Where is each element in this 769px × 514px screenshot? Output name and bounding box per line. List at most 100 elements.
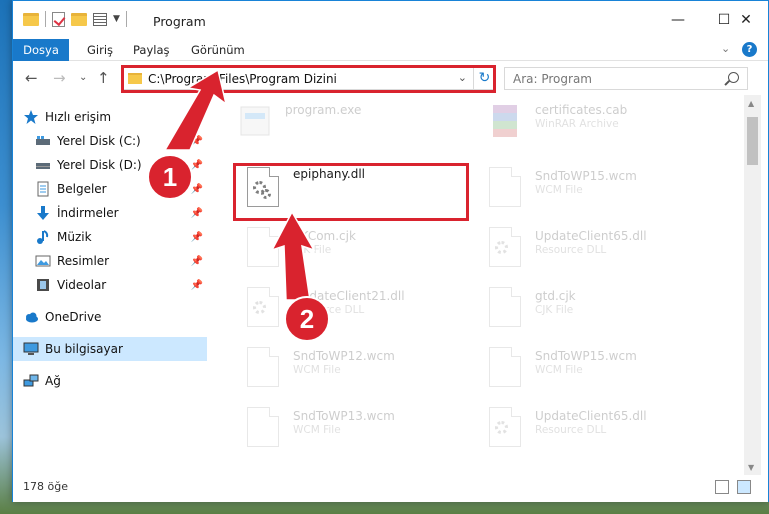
- tab-view[interactable]: Görünüm: [179, 39, 257, 61]
- file-name: certificates.cab: [535, 103, 628, 117]
- sidebar-item-label: Yerel Disk (C:): [57, 134, 141, 148]
- up-arrow-icon[interactable]: ↑: [97, 69, 110, 87]
- gear-icon: [495, 241, 508, 254]
- sidebar-item-label: Hızlı erişim: [45, 110, 112, 124]
- file-item[interactable]: SndToWP15.wcm WCM File: [479, 161, 719, 221]
- recent-locations-icon[interactable]: ⌄: [79, 72, 87, 83]
- file-item[interactable]: gtd.cjk CJK File: [479, 281, 719, 341]
- file-item[interactable]: SKCom.cjk CJK File: [237, 221, 477, 281]
- pin-icon[interactable]: 📌: [191, 232, 203, 243]
- sidebar-item-label: Bu bilgisayar: [45, 342, 123, 356]
- search-box[interactable]: Ara: Program: [504, 67, 748, 90]
- file-type: WCM File: [535, 184, 583, 196]
- file-name: SKCom.cjk: [293, 229, 356, 243]
- file-icon: [247, 347, 281, 389]
- sidebar-item-quick-access[interactable]: Hızlı erişim: [13, 105, 207, 129]
- file-icon: [489, 347, 523, 389]
- file-type: Resource DLL: [535, 424, 607, 436]
- file-type: WinRAR Archive: [535, 118, 619, 130]
- sidebar-item-drive-c[interactable]: Yerel Disk (C:) 📌: [13, 129, 207, 153]
- pin-icon[interactable]: 📌: [191, 136, 203, 147]
- file-item[interactable]: SndToWP13.wcm WCM File: [237, 401, 477, 461]
- sidebar-item-this-pc[interactable]: Bu bilgisayar: [13, 337, 207, 361]
- details-view-icon[interactable]: [715, 480, 729, 494]
- toolbar-separator: [125, 11, 127, 27]
- pictures-icon: [35, 253, 51, 269]
- dll-gear-icon: [489, 407, 523, 449]
- close-button[interactable]: ✕: [723, 1, 769, 39]
- customize-toolbar-icon[interactable]: ▼: [113, 14, 120, 24]
- page-icon: [489, 167, 521, 207]
- minimize-button[interactable]: —: [655, 1, 701, 39]
- file-item[interactable]: UpdateClient21.dll Resource DLL: [237, 281, 477, 341]
- forward-arrow-icon[interactable]: →: [53, 69, 66, 87]
- file-item[interactable]: SndToWP12.wcm WCM File: [237, 341, 477, 401]
- large-icons-view-icon[interactable]: [737, 480, 751, 494]
- sidebar-item-pictures[interactable]: Resimler 📌: [13, 249, 207, 273]
- sidebar-item-downloads[interactable]: İndirmeler 📌: [13, 201, 207, 225]
- file-name: UpdateClient21.dll: [293, 289, 405, 303]
- file-item[interactable]: program.exe: [229, 95, 469, 155]
- exe-icon: [239, 101, 273, 143]
- file-icon: [489, 167, 523, 209]
- file-name: SndToWP12.wcm: [293, 349, 395, 363]
- scroll-down-icon[interactable]: ▼: [748, 463, 754, 472]
- file-list: program.exe certificates.cab WinRAR Arch…: [209, 95, 744, 475]
- pin-icon[interactable]: 📌: [191, 160, 203, 171]
- file-type: CJK File: [535, 304, 574, 316]
- vertical-scrollbar[interactable]: ▲ ▼: [744, 95, 761, 475]
- pin-icon[interactable]: 📌: [191, 184, 203, 195]
- pin-icon[interactable]: 📌: [191, 208, 203, 219]
- quick-access-toolbar: ▼: [23, 11, 127, 27]
- sidebar-item-music[interactable]: Müzik 📌: [13, 225, 207, 249]
- scroll-thumb[interactable]: [747, 117, 758, 165]
- tab-share[interactable]: Paylaş: [121, 39, 182, 61]
- back-arrow-icon[interactable]: ←: [25, 69, 38, 87]
- computer-icon: [23, 341, 39, 357]
- properties-check-icon[interactable]: [52, 11, 65, 27]
- dll-gear-icon: [247, 287, 281, 329]
- sidebar-item-label: Belgeler: [57, 182, 107, 196]
- file-item[interactable]: UpdateClient65.dll Resource DLL: [479, 401, 719, 461]
- item-count: 178 öğe: [23, 480, 68, 493]
- sidebar-item-label: Ağ: [45, 374, 61, 388]
- file-item[interactable]: UpdateClient65.dll Resource DLL: [479, 221, 719, 281]
- sidebar-item-label: Yerel Disk (D:): [57, 158, 142, 172]
- sidebar-item-label: OneDrive: [45, 310, 102, 324]
- sidebar-item-drive-d[interactable]: Yerel Disk (D:) 📌: [13, 153, 207, 177]
- scroll-up-icon[interactable]: ▲: [748, 99, 754, 108]
- page-icon: [247, 407, 279, 447]
- pin-icon[interactable]: 📌: [191, 256, 203, 267]
- sidebar-item-label: İndirmeler: [57, 206, 119, 220]
- sidebar-item-videos[interactable]: Videolar 📌: [13, 273, 207, 297]
- title-bar: ▼ Program — ☐ ✕: [13, 1, 768, 39]
- tab-home[interactable]: Giriş: [75, 39, 125, 61]
- properties-icon[interactable]: [93, 12, 107, 26]
- page-icon: [247, 227, 279, 267]
- video-icon: [35, 277, 51, 293]
- music-icon: [35, 229, 51, 245]
- file-icon: [247, 407, 281, 449]
- sidebar-item-network[interactable]: Ağ: [13, 369, 207, 393]
- search-icon[interactable]: [728, 72, 739, 83]
- address-highlight-box: [121, 65, 496, 93]
- dll-gear-icon: [489, 227, 523, 269]
- file-name: SndToWP15.wcm: [535, 169, 637, 183]
- star-icon: [23, 109, 39, 125]
- search-placeholder[interactable]: Ara: Program: [513, 72, 592, 86]
- new-folder-icon[interactable]: [71, 12, 87, 26]
- file-item[interactable]: certificates.cab WinRAR Archive: [479, 95, 719, 155]
- sidebar-item-label: Resimler: [57, 254, 110, 268]
- drive-icon: [35, 157, 51, 173]
- sidebar-item-label: Müzik: [57, 230, 92, 244]
- sidebar-item-documents[interactable]: Belgeler 📌: [13, 177, 207, 201]
- expand-ribbon-icon[interactable]: ⌄: [721, 42, 730, 55]
- toolbar-separator: [45, 11, 46, 27]
- folder-icon: [23, 12, 39, 26]
- pin-icon[interactable]: 📌: [191, 280, 203, 291]
- sidebar-item-onedrive[interactable]: OneDrive: [13, 305, 207, 329]
- file-item[interactable]: SndToWP15.wcm WCM File: [479, 341, 719, 401]
- help-icon[interactable]: ?: [742, 42, 757, 57]
- file-type: WCM File: [293, 424, 341, 436]
- gear-icon: [253, 301, 266, 314]
